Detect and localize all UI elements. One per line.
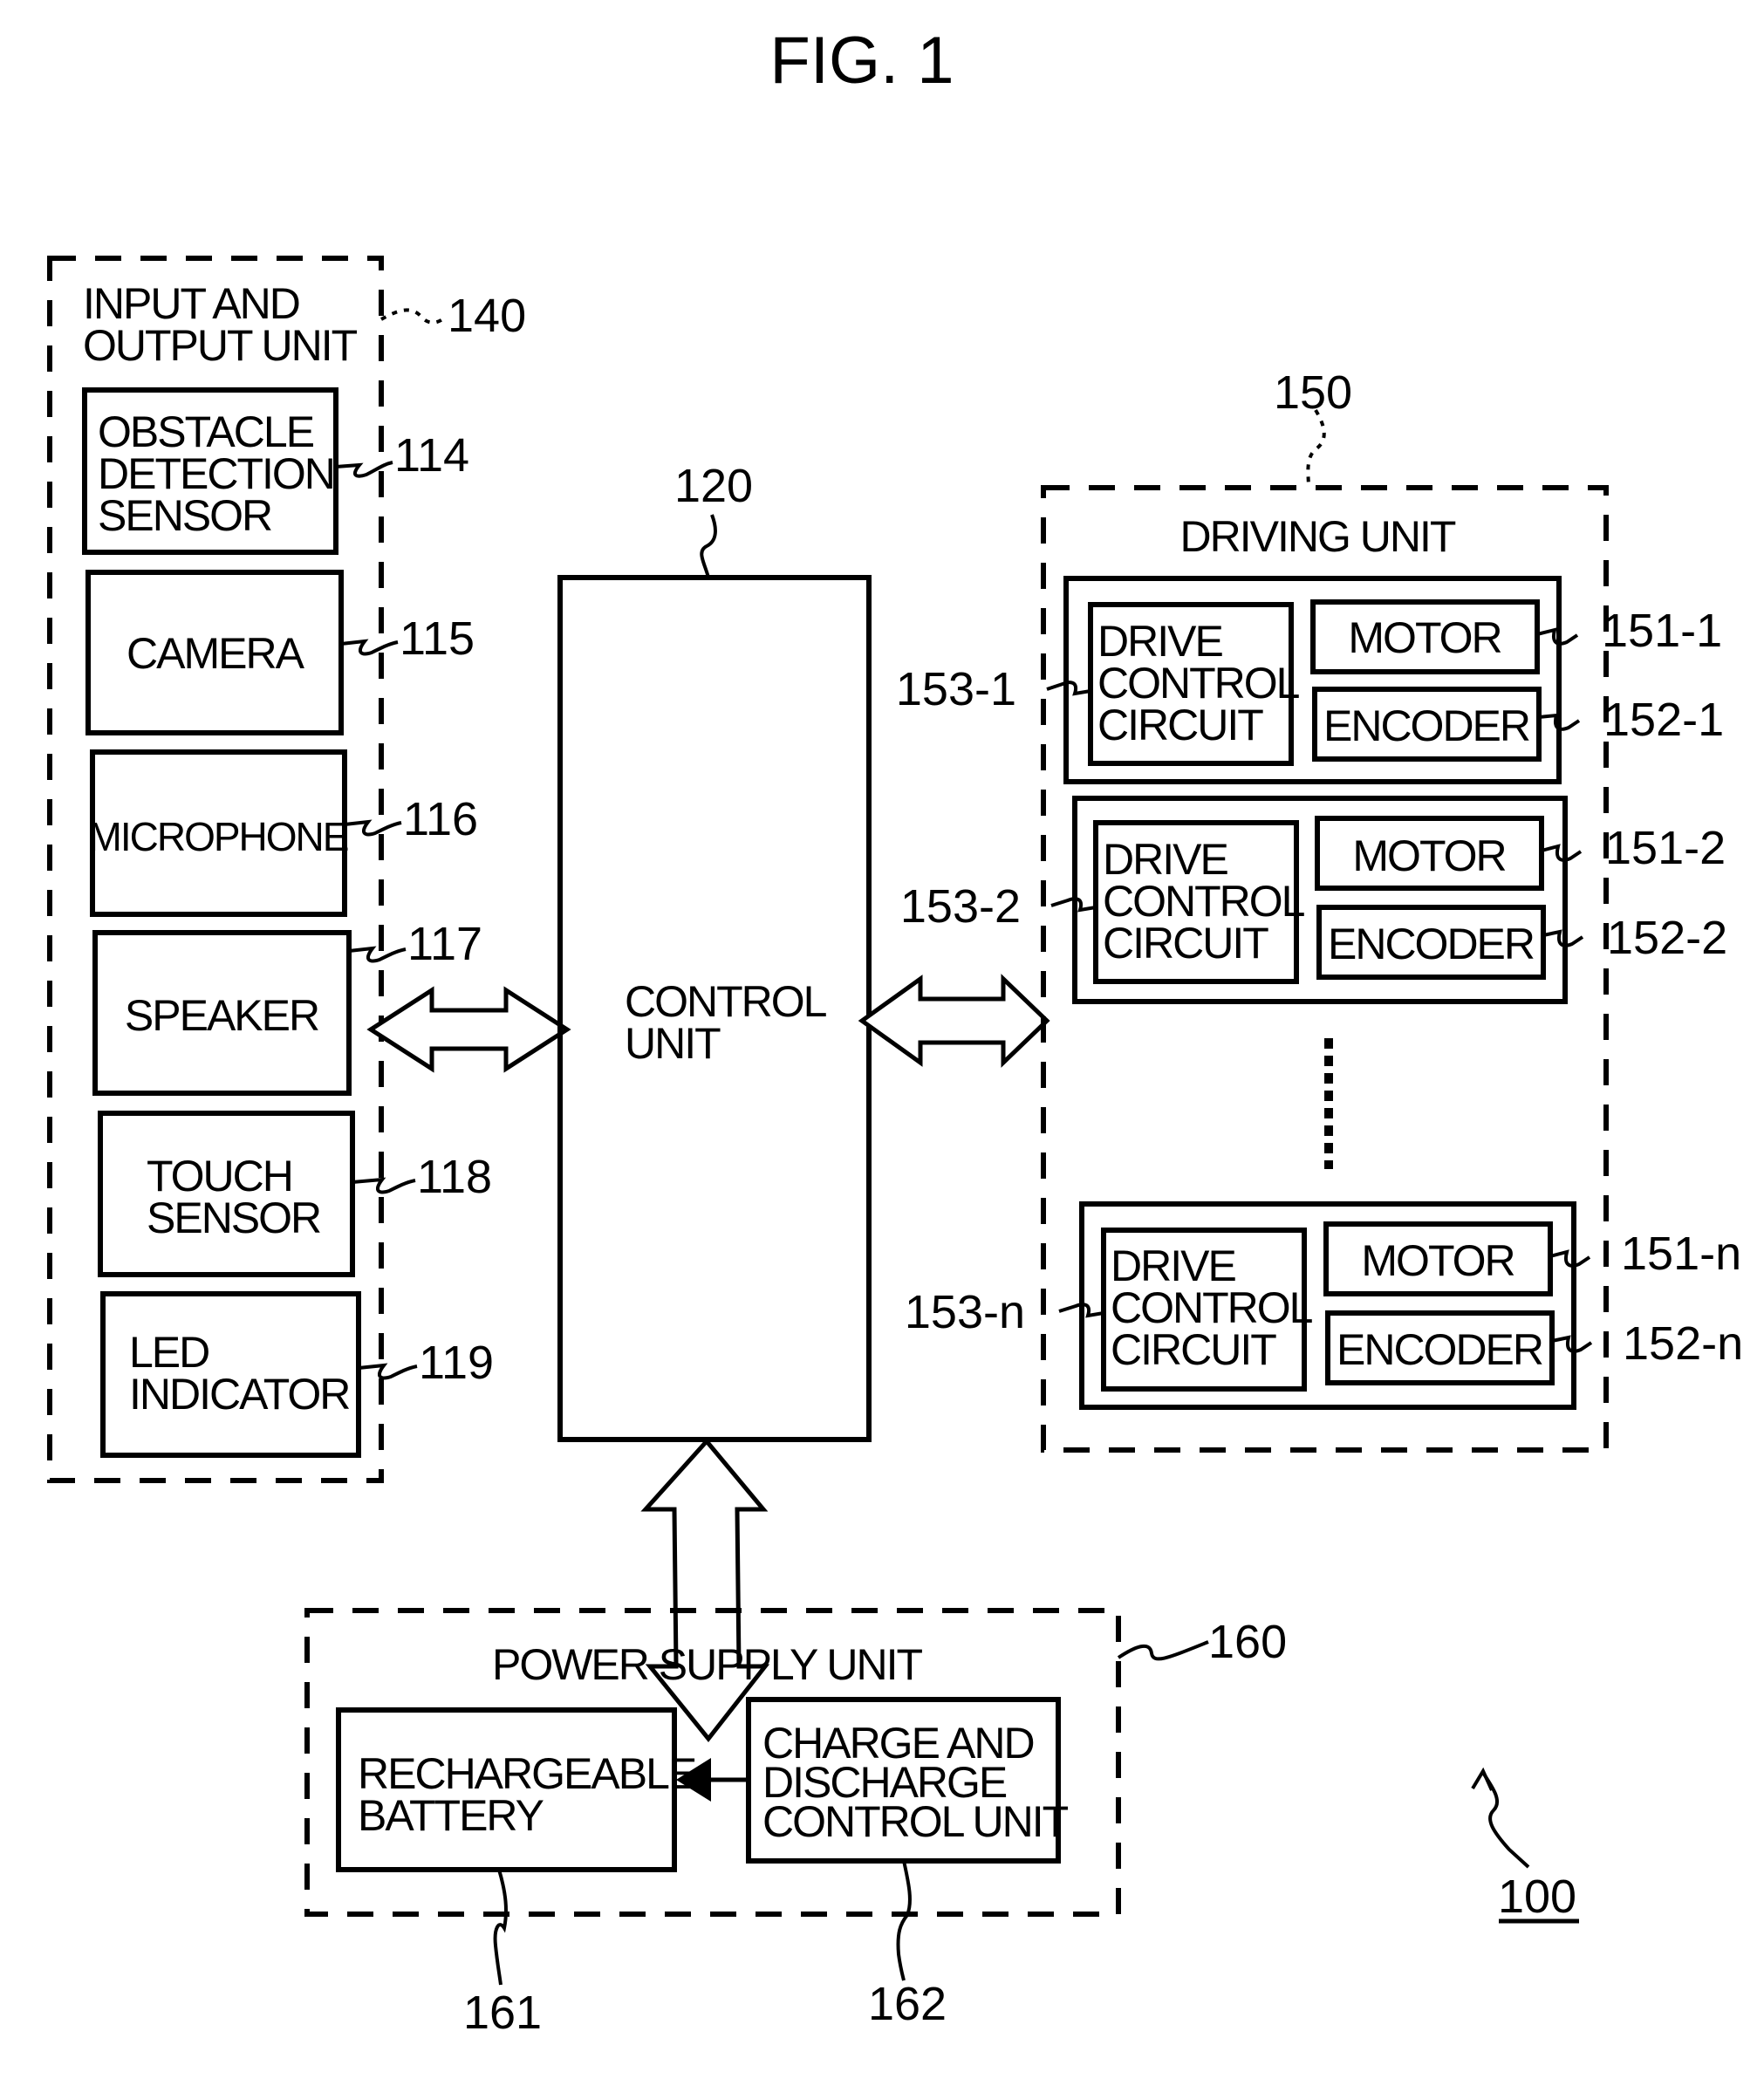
encoder-ref: 152-2	[1607, 912, 1727, 964]
component-label: SENSOR	[98, 491, 271, 540]
component-ref: 116	[403, 793, 478, 845]
motor-leader	[1549, 1249, 1591, 1268]
component-ref: 118	[417, 1151, 492, 1203]
component-ref: 117	[407, 918, 482, 970]
io-control-bidirectional-arrow	[366, 986, 571, 1073]
leader-line	[340, 639, 399, 656]
control-unit-ref: 120	[674, 460, 753, 512]
motor-label: MOTOR	[1361, 1236, 1514, 1285]
encoder-label: ENCODER	[1328, 920, 1534, 968]
led-indicator-block: LED INDICATOR 119	[100, 1291, 494, 1458]
rechargeable-battery-block: RECHARGEABLE BATTERY 161	[336, 1707, 698, 2039]
leader-line	[335, 461, 393, 478]
leader-line	[352, 1177, 416, 1194]
battery-ref: 161	[463, 1987, 542, 2039]
motor-ref: 151-n	[1621, 1228, 1741, 1280]
control-power-bidirectional-arrow	[640, 1438, 770, 1743]
drive-circuit-label: CIRCUIT	[1103, 919, 1268, 968]
motor-label: MOTOR	[1348, 613, 1501, 662]
encoder-label: ENCODER	[1323, 701, 1529, 750]
driving-unit: DRIVING UNIT 150 DRIVE CONTROL CIRCUIT M…	[896, 366, 1743, 1453]
motor-label: MOTOR	[1352, 831, 1505, 880]
power-supply-unit: POWER SUPPLY UNIT 160 RECHARGEABLE BATTE…	[304, 1608, 1287, 2039]
component-ref: 115	[400, 612, 475, 665]
figure-title: FIG. 1	[769, 24, 954, 98]
battery-leader	[493, 1869, 508, 1986]
drive-module-n: DRIVE CONTROL CIRCUIT MOTOR ENCODER 151-…	[905, 1201, 1743, 1410]
power-supply-unit-ref: 160	[1208, 1616, 1287, 1668]
leader-line	[344, 819, 402, 837]
drive-circuit-ref: 153-n	[905, 1286, 1025, 1338]
control-unit-leader	[700, 514, 717, 578]
device-leader-arrow-icon	[1471, 1767, 1494, 1791]
io-unit-leader	[380, 308, 447, 325]
leader-line	[358, 1363, 418, 1380]
control-driving-bidirectional-arrow	[858, 974, 1050, 1068]
obstacle-detection-sensor-block: OBSTACLE DETECTION SENSOR 114	[82, 387, 469, 555]
component-label: SPEAKER	[125, 991, 318, 1040]
control-unit-label-line2: UNIT	[625, 1019, 721, 1068]
microphone-block: MICROPHONE 116	[89, 749, 478, 917]
encoder-label: ENCODER	[1337, 1325, 1542, 1374]
charger-leader	[896, 1860, 912, 1981]
component-label: INDICATOR	[129, 1370, 349, 1419]
encoder-ref: 152-n	[1623, 1317, 1743, 1370]
block-diagram: FIG. 1 INPUT AND OUTPUT UNIT 140 OBSTACL…	[47, 24, 1743, 2039]
power-supply-unit-leader	[1117, 1640, 1209, 1661]
driving-unit-title: DRIVING UNIT	[1180, 512, 1456, 561]
io-unit: INPUT AND OUTPUT UNIT 140 OBSTACLE DETEC…	[47, 256, 526, 1483]
power-supply-unit-title: POWER SUPPLY UNIT	[492, 1640, 922, 1689]
charge-discharge-control-block: CHARGE AND DISCHARGE CONTROL UNIT 162	[746, 1697, 1070, 2030]
motor-ref: 151-1	[1602, 605, 1722, 657]
device-ref: 100	[1498, 1871, 1576, 1923]
leader-line	[348, 946, 407, 963]
drive-circuit-label: CIRCUIT	[1111, 1325, 1276, 1374]
component-label: SENSOR	[147, 1193, 320, 1242]
driving-unit-leader	[1306, 408, 1326, 489]
io-unit-title-line2: OUTPUT UNIT	[83, 321, 358, 370]
io-unit-ref: 140	[448, 290, 526, 342]
component-label: CAMERA	[126, 629, 305, 678]
drive-circuit-label: CIRCUIT	[1097, 701, 1263, 749]
driving-unit-ref: 150	[1274, 366, 1352, 419]
component-ref: 119	[419, 1337, 494, 1389]
component-ref: 114	[394, 429, 469, 482]
charger-ref: 162	[868, 1978, 947, 2030]
charger-label: CONTROL UNIT	[762, 1797, 1069, 1846]
drive-circuit-ref: 153-2	[900, 880, 1021, 933]
component-label: MICROPHONE	[89, 814, 348, 859]
camera-block: CAMERA 115	[85, 570, 475, 735]
encoder-ref: 152-1	[1603, 694, 1724, 746]
touch-sensor-block: TOUCH SENSOR 118	[98, 1111, 492, 1277]
motor-ref: 151-2	[1605, 822, 1726, 874]
device-reference: 100	[1471, 1767, 1579, 1924]
battery-label: BATTERY	[358, 1791, 544, 1840]
drive-module-1: DRIVE CONTROL CIRCUIT MOTOR ENCODER 151-…	[896, 576, 1724, 784]
drive-module-2: DRIVE CONTROL CIRCUIT MOTOR ENCODER 151-…	[900, 796, 1727, 1004]
drive-circuit-ref: 153-1	[896, 663, 1016, 715]
motor-leader	[1541, 844, 1583, 862]
control-unit: CONTROL UNIT 120	[557, 460, 872, 1442]
